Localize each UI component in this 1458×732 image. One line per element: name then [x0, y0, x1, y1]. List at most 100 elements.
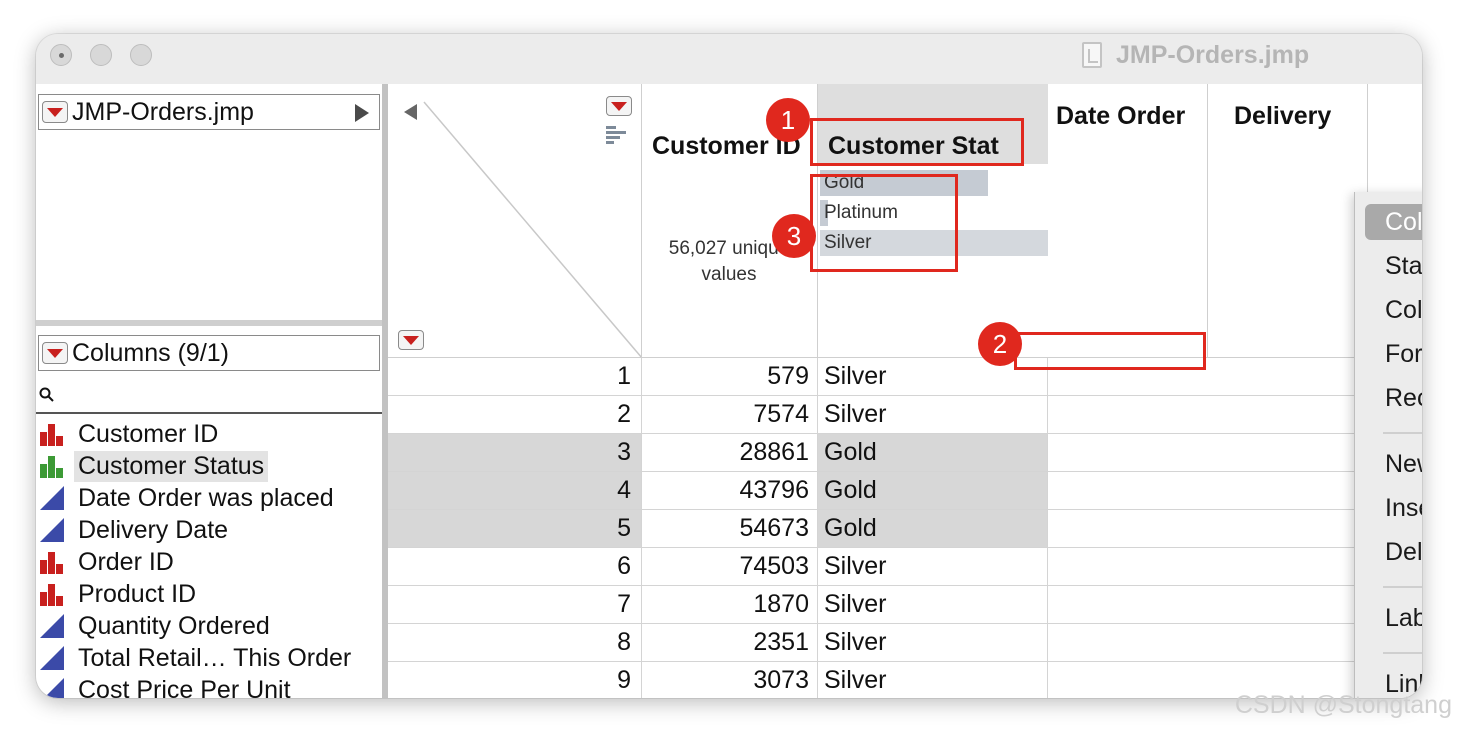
left-panel: JMP-Orders.jmp Columns (9/1) Customer ID…: [36, 84, 382, 698]
window-title: JMP-Orders.jmp: [1082, 40, 1309, 70]
columns-search-field[interactable]: [36, 378, 382, 414]
column-list-item[interactable]: Order ID: [36, 546, 382, 578]
table-panel-label: JMP-Orders.jmp: [72, 97, 254, 126]
row-number[interactable]: 9: [388, 662, 642, 698]
menu-item-standardize-attributes[interactable]: Standardize Attributes...: [1385, 248, 1422, 284]
cell-customer-id[interactable]: 28861: [642, 434, 818, 471]
cell-customer-status[interactable]: Gold: [818, 434, 1048, 471]
table-row[interactable]: 1 579 Silver: [388, 358, 1422, 396]
row-number[interactable]: 7: [388, 586, 642, 623]
header-graph-icon[interactable]: [604, 126, 630, 148]
cell-customer-id[interactable]: 7574: [642, 396, 818, 433]
cell-customer-id[interactable]: 3073: [642, 662, 818, 698]
continuous-modeling-icon: [38, 644, 66, 672]
column-list-item[interactable]: Cost Price Per Unit: [36, 674, 382, 698]
menu-item-formula[interactable]: Formula...: [1385, 336, 1422, 372]
column-list-item[interactable]: Delivery Date: [36, 514, 382, 546]
table-row[interactable]: 6 74503 Silver: [388, 548, 1422, 586]
menu-item-delete-columns[interactable]: Delete Columns: [1385, 534, 1422, 570]
columns-menu-icon[interactable]: [606, 96, 632, 116]
cell-customer-id[interactable]: 1870: [642, 586, 818, 623]
column-name: Date Order: [1056, 102, 1186, 130]
column-list-label: Total Retail… This Order: [78, 643, 352, 672]
row-number[interactable]: 3: [388, 434, 642, 471]
cell-customer-id[interactable]: 2351: [642, 624, 818, 661]
minimize-window-button[interactable]: [90, 44, 112, 66]
row-number[interactable]: 5: [388, 510, 642, 547]
columns-panel-label: Columns (9/1): [72, 338, 229, 367]
menu-item-recode[interactable]: Recode...: [1385, 380, 1422, 416]
cell-customer-id[interactable]: 54673: [642, 510, 818, 547]
cell-customer-status[interactable]: Silver: [818, 662, 1048, 698]
row-number[interactable]: 6: [388, 548, 642, 585]
ordinal-modeling-icon: [38, 452, 66, 480]
cell-customer-id[interactable]: 74503: [642, 548, 818, 585]
menu-item-insert-columns[interactable]: Insert Columns: [1385, 490, 1422, 526]
title-bar: JMP-Orders.jmp: [36, 34, 1422, 85]
menu-separator: [1383, 586, 1422, 588]
annotation-badge-2: 2: [978, 322, 1022, 366]
column-name: Delivery: [1234, 102, 1332, 130]
menu-item-column-info[interactable]: Column Info...: [1365, 204, 1422, 240]
column-header-delivery[interactable]: Delivery: [1208, 84, 1368, 358]
column-list-item[interactable]: Product ID: [36, 578, 382, 610]
cell-customer-status[interactable]: Silver: [818, 548, 1048, 585]
column-list-label: Delivery Date: [78, 515, 229, 544]
row-number[interactable]: 8: [388, 624, 642, 661]
continuous-modeling-icon: [38, 612, 66, 640]
row-number[interactable]: 2: [388, 396, 642, 433]
table-panel-header[interactable]: JMP-Orders.jmp: [38, 94, 380, 130]
annotation-box-3: [810, 174, 958, 272]
row-number[interactable]: 4: [388, 472, 642, 509]
expand-arrow-icon[interactable]: [355, 104, 369, 122]
column-list-label: Customer ID: [78, 419, 219, 448]
panel-divider[interactable]: [36, 320, 382, 326]
table-row[interactable]: 2 7574 Silver: [388, 396, 1422, 434]
row-number[interactable]: 1: [388, 358, 642, 395]
table-panel-menu-icon[interactable]: [42, 101, 68, 123]
column-list-label: Order ID: [78, 547, 174, 576]
continuous-modeling-icon: [38, 484, 66, 512]
cell-customer-status[interactable]: Silver: [818, 396, 1048, 433]
rows-menu-icon[interactable]: [398, 330, 424, 350]
cell-customer-id[interactable]: 43796: [642, 472, 818, 509]
column-list-item[interactable]: Date Order was placed: [36, 482, 382, 514]
table-row[interactable]: 3 28861 Gold: [388, 434, 1422, 472]
menu-item-column-properties[interactable]: Column Properties: [1385, 292, 1422, 328]
annotation-badge-3: 3: [772, 214, 816, 258]
columns-panel-menu-icon[interactable]: [42, 342, 68, 364]
table-row[interactable]: 4 43796 Gold: [388, 472, 1422, 510]
document-icon: [1082, 42, 1102, 68]
column-list-label: Cost Price Per Unit: [78, 675, 291, 699]
columns-panel-header[interactable]: Columns (9/1): [38, 335, 380, 371]
column-list-item[interactable]: Total Retail… This Order: [36, 642, 382, 674]
annotation-box-2: [1014, 332, 1206, 370]
table-row[interactable]: 5 54673 Gold: [388, 510, 1422, 548]
cell-customer-status[interactable]: Silver: [818, 624, 1048, 661]
cell-customer-id[interactable]: 579: [642, 358, 818, 395]
column-list-label: Customer Status: [74, 450, 269, 482]
cell-customer-status[interactable]: Silver: [818, 586, 1048, 623]
menu-item-label-unlabel[interactable]: Label/Unlabel: [1385, 600, 1422, 636]
close-window-button[interactable]: [50, 44, 72, 66]
column-context-menu: Column Info... Standardize Attributes...…: [1354, 192, 1422, 698]
columns-list: Customer ID Customer Status Date Order was…: [36, 418, 382, 698]
column-list-item[interactable]: Customer Status: [36, 450, 382, 482]
zoom-window-button[interactable]: [130, 44, 152, 66]
menu-item-new-formula-column[interactable]: New Formula Column: [1385, 446, 1422, 482]
cell-customer-status[interactable]: Gold: [818, 510, 1048, 547]
continuous-modeling-icon: [38, 516, 66, 544]
column-list-item[interactable]: Customer ID: [36, 418, 382, 450]
scroll-left-icon[interactable]: [404, 104, 417, 120]
nominal-modeling-icon: [38, 580, 66, 608]
column-list-label: Quantity Ordered: [78, 611, 270, 640]
grid-rows: 1 579 Silver 2 7574 Silver 3 28861 Gold 4 43796 Gol…: [388, 358, 1422, 698]
table-row[interactable]: 8 2351 Silver: [388, 624, 1422, 662]
cell-customer-status[interactable]: Gold: [818, 472, 1048, 509]
menu-separator: [1383, 432, 1422, 434]
continuous-modeling-icon: [38, 676, 66, 698]
table-row[interactable]: 7 1870 Silver: [388, 586, 1422, 624]
column-header-date-order[interactable]: Date Order: [1048, 84, 1208, 358]
menu-separator: [1383, 652, 1422, 654]
column-list-item[interactable]: Quantity Ordered: [36, 610, 382, 642]
